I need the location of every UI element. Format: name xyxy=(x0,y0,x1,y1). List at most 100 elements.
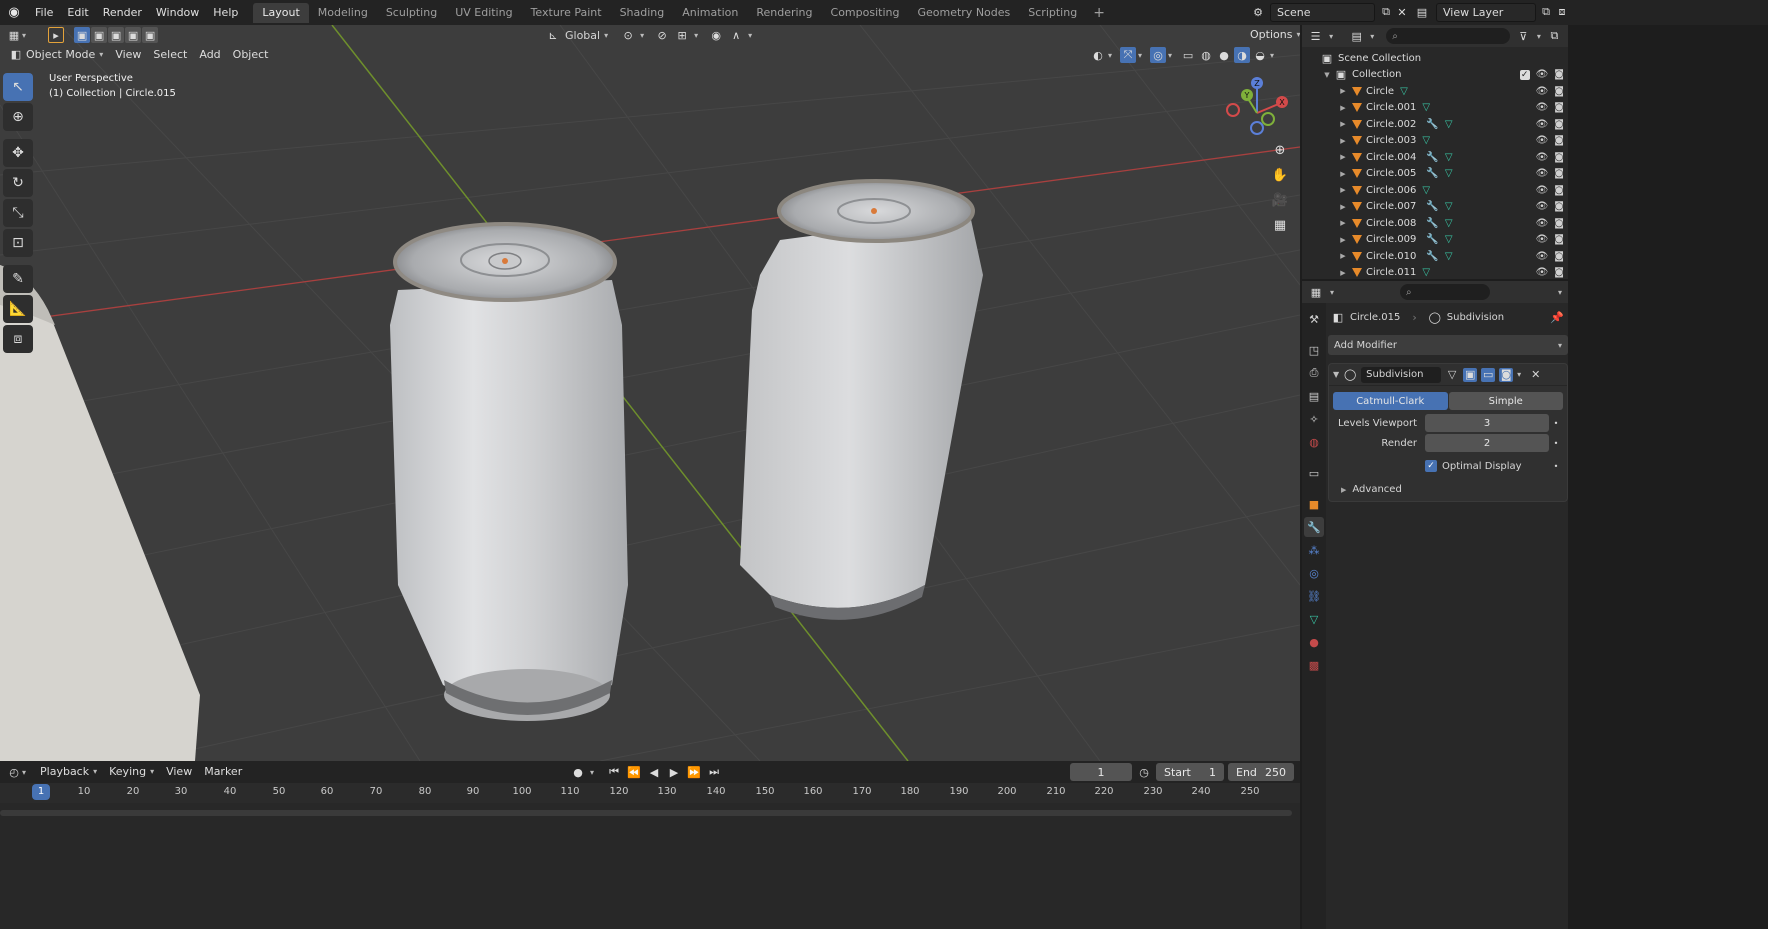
snap-toggle-icon[interactable]: ⊘ xyxy=(654,27,670,43)
eye-icon[interactable]: 👁 xyxy=(1536,185,1549,196)
scale-tool[interactable]: ⤡ xyxy=(3,199,33,227)
display-mode-icon[interactable]: ▤ xyxy=(1349,28,1364,44)
keyframe-dot-icon[interactable]: • xyxy=(1549,439,1563,448)
menu-help[interactable]: Help xyxy=(206,3,245,23)
eye-icon[interactable]: 👁 xyxy=(1536,152,1549,163)
gizmo-toggle-icon[interactable]: ⤧ xyxy=(1120,47,1137,63)
rendered-shading-icon[interactable]: ◒ xyxy=(1252,47,1268,63)
current-frame-field[interactable]: 1 xyxy=(1070,763,1132,781)
blender-logo-icon[interactable]: ◉ xyxy=(4,3,24,23)
expand-arrow-icon[interactable]: ▶ xyxy=(1338,87,1348,95)
tab-rendering[interactable]: Rendering xyxy=(747,3,821,23)
expand-arrow-icon[interactable]: ▶ xyxy=(1338,170,1348,178)
preview-range-icon[interactable]: ◷ xyxy=(1136,764,1152,780)
catmull-clark-button[interactable]: Catmull-Clark xyxy=(1333,392,1448,410)
advanced-subpanel[interactable]: ▶ Advanced xyxy=(1341,484,1563,495)
outliner-object-row[interactable]: ▶ Circle.009 🔧 ▽ 👁 ◙ xyxy=(1302,232,1568,249)
add-workspace-button[interactable]: + xyxy=(1086,3,1112,23)
gizmo-neg-x-handle[interactable] xyxy=(1226,103,1240,117)
record-chevron-icon[interactable]: ▾ xyxy=(590,768,594,777)
render-tab-icon[interactable]: ◳ xyxy=(1304,340,1324,360)
camera-icon[interactable]: ◙ xyxy=(1554,201,1564,212)
collection-row[interactable]: ▼ ▣ Collection ✓ 👁 ◙ xyxy=(1302,67,1568,84)
filter-chevron-icon[interactable]: ▾ xyxy=(1537,32,1541,41)
edit-mode-icon[interactable]: ▣ xyxy=(1463,367,1478,382)
particles-tab-icon[interactable]: ⁂ xyxy=(1304,540,1324,560)
eye-icon[interactable]: 👁 xyxy=(1536,234,1549,245)
texture-tab-icon[interactable]: ▩ xyxy=(1304,655,1324,675)
camera-icon[interactable]: ◙ xyxy=(1554,218,1564,229)
eye-icon[interactable]: 👁 xyxy=(1536,201,1549,212)
tab-shading[interactable]: Shading xyxy=(611,3,674,23)
modifier-wrench-icon[interactable]: 🔧 xyxy=(1426,218,1438,229)
modifier-tab-icon[interactable]: 🔧 xyxy=(1304,517,1324,537)
snap-target-icon[interactable]: ⊞ xyxy=(674,27,690,43)
menu-select[interactable]: Select xyxy=(147,46,193,64)
falloff-chevron-icon[interactable]: ▾ xyxy=(748,31,752,40)
camera-icon[interactable]: ◙ xyxy=(1554,152,1564,163)
camera-icon[interactable]: ◙ xyxy=(1554,119,1564,130)
camera-icon[interactable]: ◙ xyxy=(1554,267,1564,278)
mesh-data-icon[interactable]: ▽ xyxy=(1400,86,1408,97)
tab-animation[interactable]: Animation xyxy=(673,3,747,23)
orientation-chevron-icon[interactable]: ▾ xyxy=(604,31,608,40)
extend-selection-icon[interactable]: ▣ xyxy=(91,27,108,43)
tab-compositing[interactable]: Compositing xyxy=(822,3,909,23)
pivot-point-icon[interactable]: ⊙ xyxy=(620,27,636,43)
tab-scripting[interactable]: Scripting xyxy=(1019,3,1086,23)
modifier-wrench-icon[interactable]: 🔧 xyxy=(1426,234,1438,245)
modifier-name-field[interactable]: Subdivision xyxy=(1361,366,1442,383)
next-keyframe-icon[interactable]: ⏩ xyxy=(686,764,702,780)
jump-end-icon[interactable]: ⏭ xyxy=(706,764,722,780)
eye-icon[interactable]: 👁 xyxy=(1536,267,1549,278)
output-tab-icon[interactable]: ⎙ xyxy=(1304,363,1324,383)
can-1[interactable] xyxy=(390,222,628,721)
camera-icon[interactable]: ◙ xyxy=(1554,185,1564,196)
add-cube-tool[interactable]: ⧈ xyxy=(3,325,33,353)
mesh-data-icon[interactable]: ▽ xyxy=(1445,251,1453,262)
expand-arrow-icon[interactable]: ▶ xyxy=(1338,252,1348,260)
eye-icon[interactable]: 👁 xyxy=(1536,135,1549,146)
on-cage-icon[interactable]: ▽ xyxy=(1445,367,1459,383)
outliner-editor-type-icon[interactable]: ☰ xyxy=(1308,28,1323,44)
expand-arrow-icon[interactable]: ▼ xyxy=(1322,71,1332,79)
gizmo-neg-y-handle[interactable] xyxy=(1261,112,1275,126)
delete-view-layer-icon[interactable]: ⧈ xyxy=(1554,4,1570,20)
zoom-icon[interactable]: ⊕ xyxy=(1268,139,1292,161)
menu-view[interactable]: View xyxy=(109,46,147,64)
filter-icon[interactable]: ⊽ xyxy=(1516,28,1531,44)
material-tab-icon[interactable]: ● xyxy=(1304,632,1324,652)
outliner-search-input[interactable]: ⌕ xyxy=(1386,28,1510,44)
outliner-object-row[interactable]: ▶ Circle.010 🔧 ▽ 👁 ◙ xyxy=(1302,248,1568,265)
mesh-data-icon[interactable]: ▽ xyxy=(1445,218,1453,229)
menu-add[interactable]: Add xyxy=(193,46,226,64)
rotate-tool[interactable]: ↻ xyxy=(3,169,33,197)
scene-collection-row[interactable]: ▣ Scene Collection xyxy=(1302,50,1568,67)
tab-layout[interactable]: Layout xyxy=(253,2,309,23)
constraints-tab-icon[interactable]: ⛓ xyxy=(1304,586,1324,606)
prev-keyframe-icon[interactable]: ⏪ xyxy=(626,764,642,780)
outliner-object-row[interactable]: ▶ Circle.003 ▽ 👁 ◙ xyxy=(1302,133,1568,150)
eye-icon[interactable]: 👁 xyxy=(1536,218,1549,229)
3d-viewport[interactable]: ▦ ▾ ▸ ▣ ▣ ▣ ▣ ▣ ⊾ Global ▾ ⊙ ▾ ⊘ ⊞ ▾ ◉ ∧… xyxy=(0,25,1300,761)
xray-toggle-icon[interactable]: ▭ xyxy=(1180,47,1196,63)
menu-timeline-view[interactable]: View xyxy=(160,763,198,781)
tab-modeling[interactable]: Modeling xyxy=(309,3,377,23)
navigation-gizmo[interactable]: Z X Y xyxy=(1222,75,1292,145)
visibility-chevron-icon[interactable]: ▾ xyxy=(1108,51,1112,60)
pin-icon[interactable]: 📌 xyxy=(1550,311,1564,324)
expand-arrow-icon[interactable]: ▶ xyxy=(1338,104,1348,112)
material-preview-icon[interactable]: ◑ xyxy=(1234,47,1251,63)
intersect-selection-icon[interactable]: ▣ xyxy=(142,27,159,43)
timeline-editor-chevron-icon[interactable]: ▾ xyxy=(22,768,26,777)
collection-tab-icon[interactable]: ▭ xyxy=(1304,463,1324,483)
outliner-object-row[interactable]: ▶ Circle.004 🔧 ▽ 👁 ◙ xyxy=(1302,149,1568,166)
subtract-selection-icon[interactable]: ▣ xyxy=(108,27,125,43)
modifier-wrench-icon[interactable]: 🔧 xyxy=(1426,201,1438,212)
view-layer-tab-icon[interactable]: ▤ xyxy=(1304,386,1324,406)
visibility-selector-icon[interactable]: ◐ xyxy=(1090,47,1106,63)
mesh-data-icon[interactable]: ▽ xyxy=(1445,152,1453,163)
view-layer-field[interactable]: View Layer xyxy=(1436,3,1536,22)
timeline-scrollbar[interactable] xyxy=(0,810,1292,816)
pivot-chevron-icon[interactable]: ▾ xyxy=(640,31,644,40)
